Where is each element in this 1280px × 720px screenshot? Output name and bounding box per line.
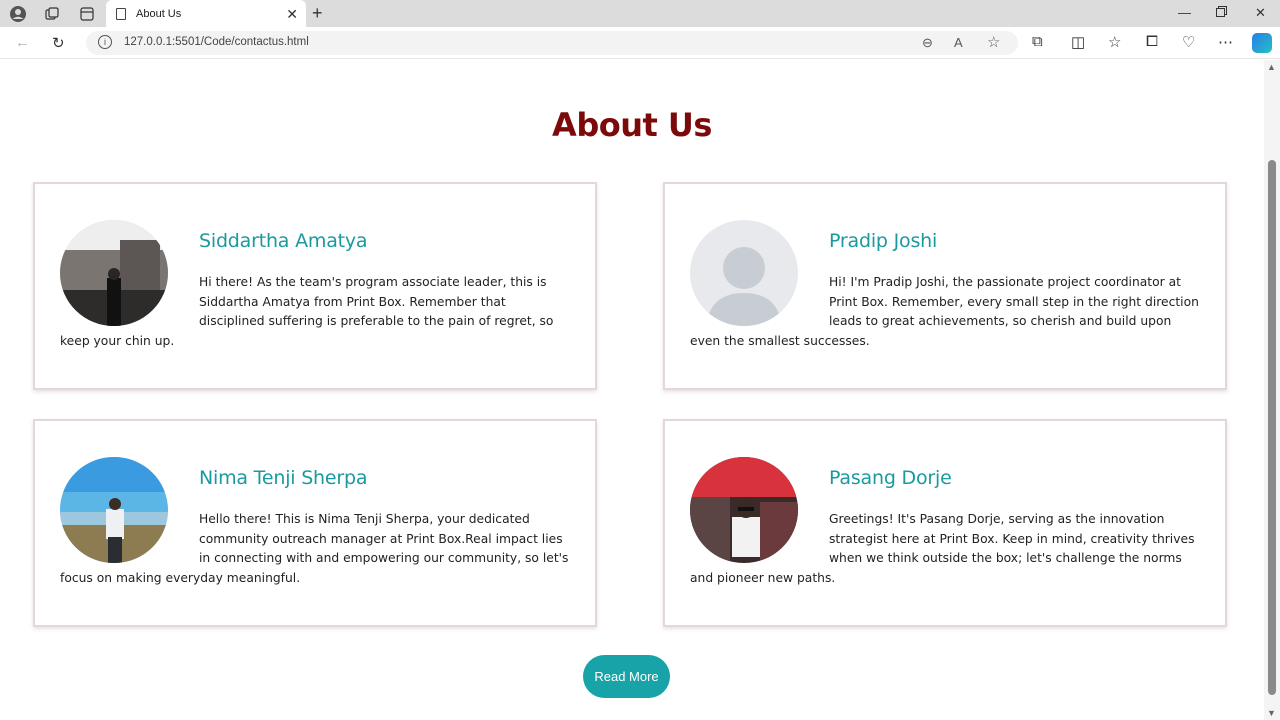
read-aloud-icon[interactable]: A — [954, 35, 963, 50]
scroll-up-icon[interactable]: ▲ — [1267, 62, 1276, 72]
read-more-button[interactable]: Read More — [583, 655, 670, 698]
refresh-icon[interactable]: ↻ — [52, 34, 65, 52]
browser-tab-strip: About Us ✕ + — ✕ — [0, 0, 1280, 27]
minimize-icon[interactable]: — — [1178, 5, 1191, 20]
split-screen-icon[interactable]: ◫ — [1071, 33, 1085, 51]
member-card: Siddartha Amatya Hi there! As the team's… — [33, 182, 597, 390]
url-text[interactable]: 127.0.0.1:5501/Code/contactus.html — [124, 36, 309, 48]
site-info-icon[interactable]: i — [98, 35, 112, 49]
extensions-icon[interactable]: ⧉ — [1032, 33, 1043, 50]
close-window-icon[interactable]: ✕ — [1255, 5, 1266, 21]
member-card: Pasang Dorje Greetings! It's Pasang Dorj… — [663, 419, 1227, 627]
scroll-thumb[interactable] — [1268, 160, 1276, 695]
more-menu-icon[interactable]: ⋯ — [1218, 33, 1233, 51]
page-icon — [116, 7, 126, 20]
member-photo — [60, 220, 168, 326]
address-toolbar: ← ↻ i 127.0.0.1:5501/Code/contactus.html… — [0, 27, 1280, 59]
member-card: Pradip Joshi Hi! I'm Pradip Joshi, the p… — [663, 182, 1227, 390]
new-tab-icon[interactable]: + — [312, 3, 323, 24]
close-tab-icon[interactable]: ✕ — [286, 6, 298, 23]
page-title: About Us — [552, 106, 712, 144]
tab-actions-icon[interactable] — [77, 4, 97, 24]
scroll-down-icon[interactable]: ▼ — [1267, 708, 1276, 718]
maximize-icon[interactable] — [1216, 5, 1227, 20]
member-photo — [690, 457, 798, 563]
profile-icon[interactable] — [8, 4, 28, 24]
tab-about-us[interactable]: About Us ✕ — [106, 0, 306, 27]
back-icon[interactable]: ← — [15, 34, 30, 51]
favorites-icon[interactable]: ☆ — [1108, 33, 1121, 51]
favorite-star-icon[interactable]: ☆ — [987, 33, 1000, 51]
browser-essentials-icon[interactable]: ♡ — [1182, 33, 1195, 51]
member-photo — [60, 457, 168, 563]
member-card: Nima Tenji Sherpa Hello there! This is N… — [33, 419, 597, 627]
member-photo-placeholder — [690, 220, 798, 326]
vertical-scrollbar[interactable]: ▲ ▼ — [1264, 60, 1280, 720]
address-bar[interactable]: i 127.0.0.1:5501/Code/contactus.html ⊖ A… — [86, 31, 1018, 55]
page-viewport: About Us Siddartha Amatya Hi there! As t… — [0, 60, 1264, 720]
zoom-icon[interactable]: ⊖ — [922, 35, 933, 51]
copilot-icon[interactable] — [1252, 33, 1272, 53]
workspaces-icon[interactable] — [42, 4, 62, 24]
tab-title: About Us — [136, 7, 182, 20]
collections-icon[interactable]: ⧠ — [1146, 33, 1158, 50]
